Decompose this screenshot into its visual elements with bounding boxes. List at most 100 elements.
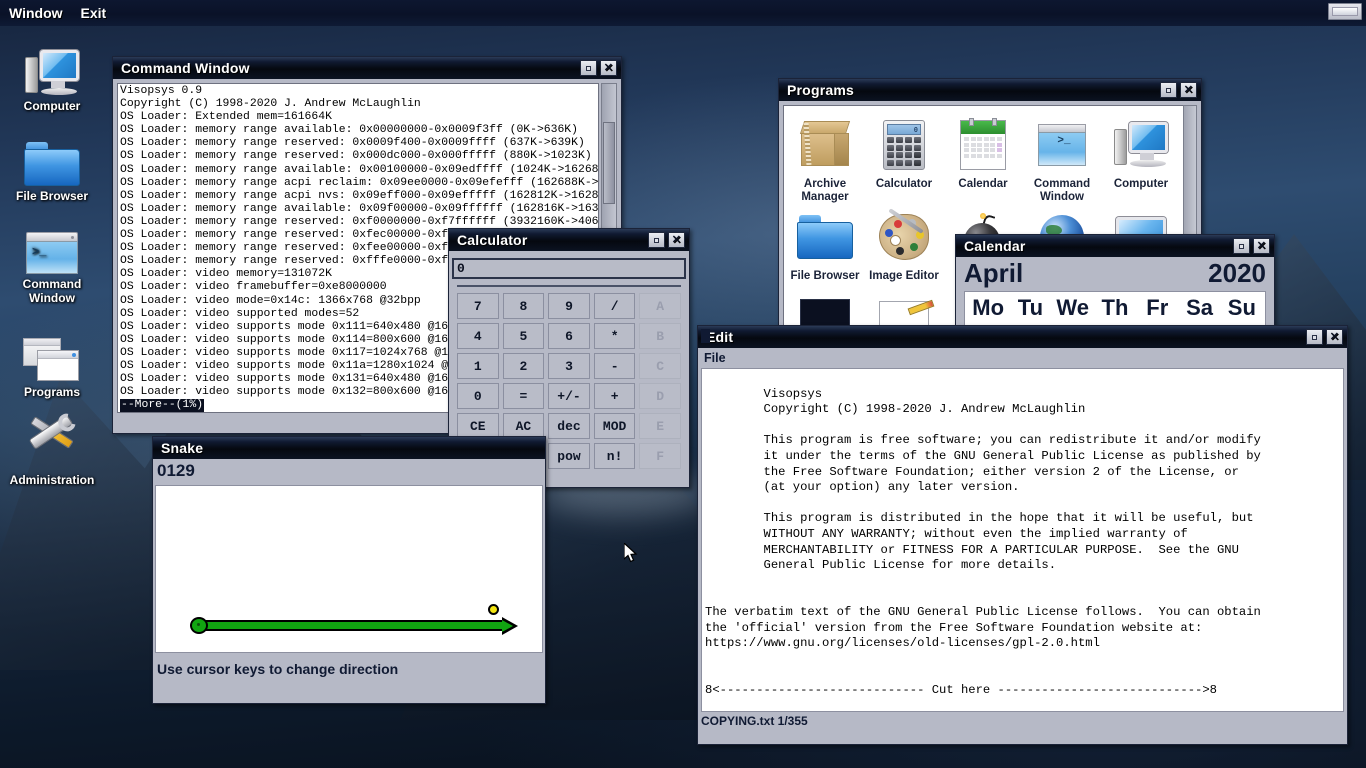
calendar-year: 2020: [1208, 258, 1266, 288]
calc-button-mod[interactable]: MOD: [593, 413, 636, 439]
calendar-day-header: Tu: [1017, 295, 1044, 320]
menu-item-file[interactable]: File: [704, 351, 726, 365]
console-line: OS Loader: memory range available: 0x09f…: [120, 202, 599, 215]
calc-button-9[interactable]: 9: [548, 293, 590, 319]
snake-window[interactable]: Snake 0129 Use cursor keys to change dir…: [152, 436, 546, 704]
program-label: Image Editor: [869, 270, 939, 282]
program-label: Command Window: [1033, 178, 1091, 203]
desktop-icon-command-window[interactable]: >_ Command Window: [0, 216, 104, 305]
console-line: OS Loader: memory range available: 0x000…: [120, 124, 578, 137]
edit-window[interactable]: Edit ✕ File Visopsys Copyright (C) 1998-…: [697, 325, 1348, 745]
windows-icon: [0, 324, 104, 382]
calc-button-b: B: [639, 323, 681, 349]
program-command-window[interactable]: >_ Command Window: [1023, 112, 1101, 204]
folder-icon: [786, 204, 864, 270]
calendar-titlebar[interactable]: Calendar ✕: [956, 235, 1274, 257]
window-title: Snake: [161, 440, 204, 456]
desktop-icon-label: Administration: [9, 473, 95, 487]
calc-button-[interactable]: /: [593, 293, 636, 319]
calc-button-1[interactable]: 1: [457, 353, 499, 379]
program-label: File Browser: [790, 270, 860, 282]
edit-titlebar[interactable]: Edit ✕: [698, 326, 1347, 348]
computer-icon: [1102, 112, 1180, 178]
calc-button-6[interactable]: 6: [548, 323, 590, 349]
minimize-icon[interactable]: [1306, 329, 1323, 345]
calc-button-8[interactable]: 8: [502, 293, 545, 319]
program-calendar[interactable]: Calendar: [944, 112, 1022, 204]
calc-button-[interactable]: =: [502, 383, 545, 409]
calculator-display[interactable]: 0: [452, 258, 686, 279]
snake-head: [190, 617, 208, 634]
console-line: OS Loader: memory range acpi reclaim: 0x…: [120, 176, 599, 189]
desktop-icon-file-browser[interactable]: File Browser: [0, 128, 104, 203]
menu-item-exit[interactable]: Exit: [72, 0, 116, 26]
dark-window-icon: [786, 283, 864, 326]
tools-icon: [0, 412, 104, 470]
calendar-day-header: Sa: [1186, 295, 1214, 320]
calc-button-5[interactable]: 5: [502, 323, 545, 349]
calc-button-[interactable]: +/-: [548, 383, 590, 409]
program-extra-pencil[interactable]: [865, 283, 943, 326]
calc-button-3[interactable]: 3: [548, 353, 590, 379]
edit-body: Visopsys Copyright (C) 1998-2020 J. Andr…: [698, 329, 1347, 712]
window-title: Calendar: [964, 238, 1026, 254]
calc-button-pow[interactable]: pow: [548, 443, 590, 469]
program-calculator[interactable]: 0 Calculator: [865, 112, 943, 204]
calc-button-[interactable]: -: [593, 353, 636, 379]
snake-play-field[interactable]: [155, 485, 543, 653]
calc-button-c: C: [639, 353, 681, 379]
desktop-icon-administration[interactable]: Administration: [0, 412, 104, 487]
calc-button-[interactable]: *: [593, 323, 636, 349]
calc-button-dec[interactable]: dec: [548, 413, 590, 439]
program-extra-dark[interactable]: [786, 283, 864, 326]
close-icon[interactable]: ✕: [1180, 82, 1197, 98]
calculator-titlebar[interactable]: Calculator ✕: [449, 229, 689, 251]
programs-titlebar[interactable]: Programs ✕: [779, 79, 1201, 101]
close-icon[interactable]: ✕: [1326, 329, 1343, 345]
desktop-icon-label: Computer: [23, 99, 81, 113]
desktop-icon-label: Programs: [23, 385, 81, 399]
calc-button-2[interactable]: 2: [502, 353, 545, 379]
computer-icon: [0, 38, 104, 96]
program-image-editor[interactable]: Image Editor: [865, 204, 943, 283]
minimize-icon[interactable]: [648, 232, 665, 248]
calc-button-7[interactable]: 7: [457, 293, 499, 319]
program-label: Computer: [1113, 178, 1169, 190]
snake-titlebar[interactable]: Snake: [153, 437, 545, 459]
desktop-icon-computer[interactable]: Computer: [0, 38, 104, 113]
close-icon[interactable]: ✕: [668, 232, 685, 248]
window-buttons: ✕: [648, 232, 689, 248]
close-icon[interactable]: ✕: [1253, 238, 1270, 254]
program-computer[interactable]: Computer: [1102, 112, 1180, 204]
close-icon[interactable]: ✕: [600, 60, 617, 76]
minimize-icon[interactable]: [1160, 82, 1177, 98]
scrollbar-thumb[interactable]: [603, 122, 615, 204]
calendar-icon: [944, 112, 1022, 178]
minimize-icon[interactable]: [580, 60, 597, 76]
calc-button-n[interactable]: n!: [593, 443, 636, 469]
edit-text-area[interactable]: Visopsys Copyright (C) 1998-2020 J. Andr…: [701, 368, 1344, 712]
folder-icon: [0, 128, 104, 186]
command-window-titlebar[interactable]: Command Window ✕: [113, 57, 621, 79]
window-title: Edit: [706, 329, 734, 345]
menu-bar: Window Exit: [0, 0, 1366, 26]
calc-button-0[interactable]: 0: [457, 383, 499, 409]
calendar-header: April 2020: [956, 257, 1274, 291]
taskbar-window-icon[interactable]: [1328, 3, 1362, 20]
program-archive-manager[interactable]: Archive Manager: [786, 112, 864, 204]
program-file-browser[interactable]: File Browser: [786, 204, 864, 283]
window-buttons: ✕: [1306, 329, 1347, 345]
calendar-day-header: We: [1056, 295, 1089, 320]
snake-food: [488, 604, 499, 615]
calc-button-4[interactable]: 4: [457, 323, 499, 349]
window-title: Command Window: [121, 60, 250, 76]
minimize-icon[interactable]: [1233, 238, 1250, 254]
window-buttons: ✕: [1160, 82, 1201, 98]
menu-item-window[interactable]: Window: [0, 0, 72, 26]
console-line: OS Loader: memory range available: 0x001…: [120, 163, 599, 176]
edit-status-bar: COPYING.txt 1/355: [701, 713, 808, 728]
calc-button-[interactable]: +: [593, 383, 636, 409]
desktop-icon-programs[interactable]: Programs: [0, 324, 104, 399]
divider: [457, 285, 681, 287]
calc-button-f: F: [639, 443, 681, 469]
